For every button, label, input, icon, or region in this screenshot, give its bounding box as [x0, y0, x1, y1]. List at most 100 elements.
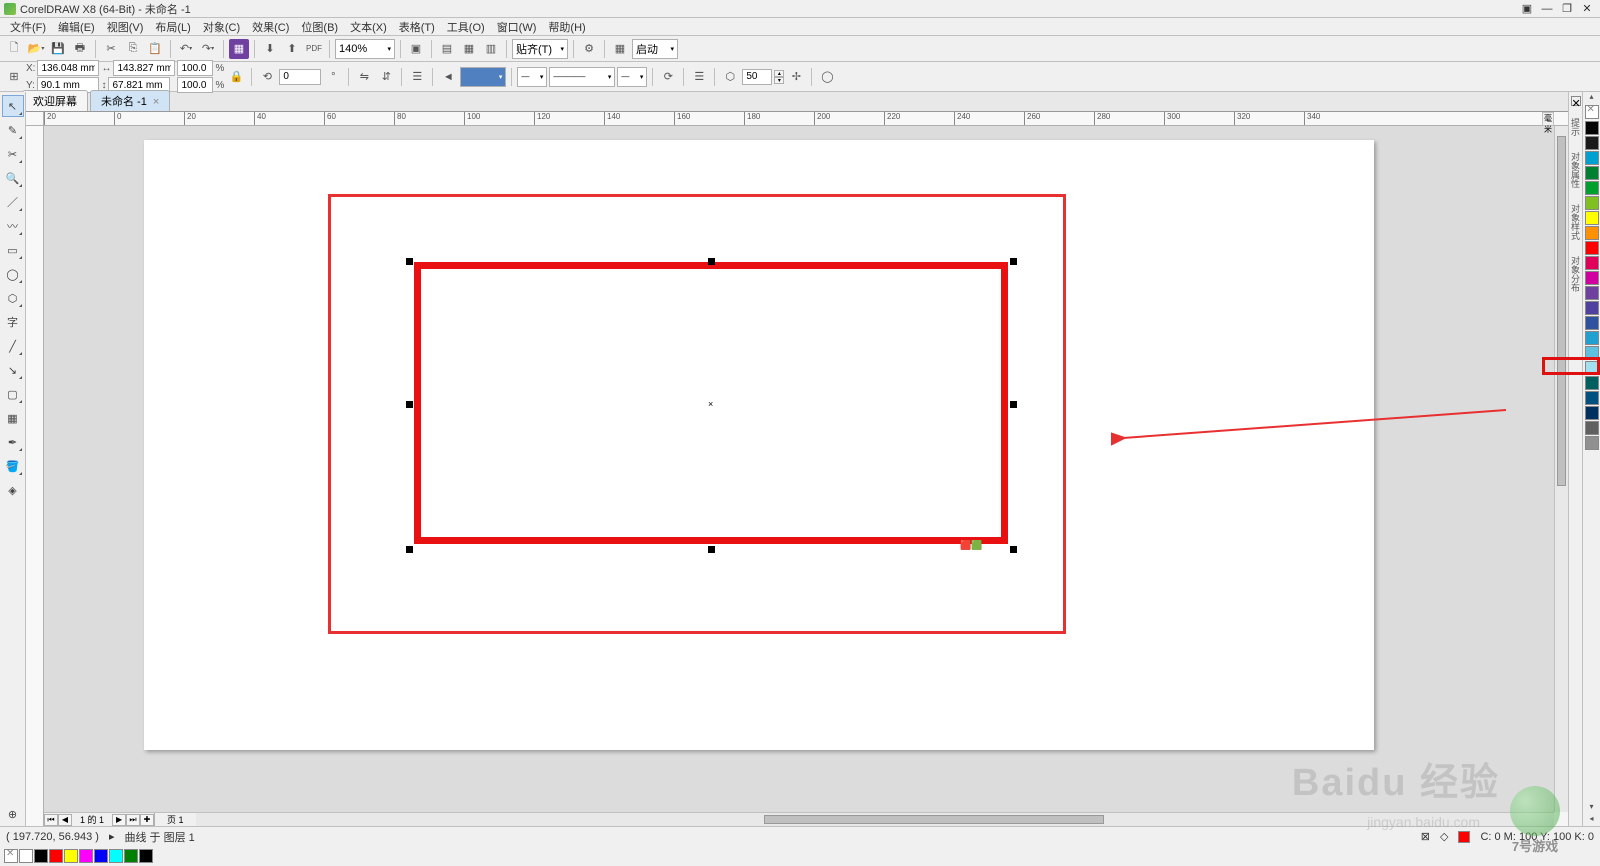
text-tool[interactable]: 字	[2, 311, 24, 333]
scrollbar-thumb[interactable]	[764, 815, 1104, 824]
menu-view[interactable]: 视图(V)	[101, 19, 150, 35]
line-start-combo[interactable]: —▾	[517, 67, 547, 87]
polygon-tool[interactable]: ⬡	[2, 287, 24, 309]
artistic-media-tool[interactable]: 〰	[2, 215, 24, 237]
color-swatch[interactable]	[1585, 226, 1599, 240]
color-swatch[interactable]	[1585, 181, 1599, 195]
doc-color-swatch[interactable]	[109, 849, 123, 863]
horizontal-ruler[interactable]: 2002040608010012014016018020022024026028…	[44, 112, 1568, 126]
import-button[interactable]: ⬇	[260, 39, 280, 59]
palette-scroll-up[interactable]: ▴	[1585, 92, 1599, 104]
doc-color-swatch[interactable]	[94, 849, 108, 863]
tab-close-icon[interactable]: ×	[153, 96, 159, 108]
drop-shadow-tool[interactable]: ▢	[2, 383, 24, 405]
export-button[interactable]: ⬆	[282, 39, 302, 59]
drawing-page[interactable]: × 🟥🟩	[144, 140, 1374, 750]
doc-color-swatch[interactable]	[79, 849, 93, 863]
maximize-button[interactable]: ❐	[1558, 2, 1576, 16]
menu-file[interactable]: 文件(F)	[4, 19, 52, 35]
selection-handle-sw[interactable]	[406, 546, 413, 553]
palette-scroll-down[interactable]: ▾	[1585, 802, 1599, 814]
lock-ratio-button[interactable]: 🔒	[226, 67, 246, 87]
outline-icon[interactable]: ◇	[1440, 830, 1448, 843]
options-button[interactable]: ⚙	[579, 39, 599, 59]
outline-color-swatch[interactable]	[1458, 831, 1470, 843]
docker-close-icon[interactable]: ✕	[1571, 96, 1581, 106]
color-eyedrop-tool[interactable]: ✒	[2, 431, 24, 453]
docker-tab-obj-props[interactable]: 对象属性	[1569, 148, 1582, 192]
new-button[interactable]: 🗋	[4, 39, 24, 59]
units-label[interactable]: 毫米	[1542, 112, 1554, 126]
page-first-button[interactable]: ⏮	[44, 814, 58, 826]
page-tab-1[interactable]: 页 1	[154, 813, 196, 826]
interactive-fill-tool[interactable]: 🪣	[2, 455, 24, 477]
zoom-combo[interactable]: 140%▾	[335, 39, 395, 59]
rectangle-tool[interactable]: ▭	[2, 239, 24, 261]
menu-layout[interactable]: 布局(L)	[149, 19, 196, 35]
menu-tools[interactable]: 工具(O)	[441, 19, 491, 35]
palette-expand[interactable]: ◂	[1585, 814, 1599, 826]
doc-color-swatch[interactable]	[19, 849, 33, 863]
page-next-button[interactable]: ▶	[112, 814, 126, 826]
fullscreen-button[interactable]: ▣	[406, 39, 426, 59]
vertical-ruler[interactable]	[26, 126, 44, 826]
selection-handle-e[interactable]	[1010, 401, 1017, 408]
horizontal-scrollbar[interactable]	[44, 812, 1554, 826]
vertical-scrollbar[interactable]	[1554, 126, 1568, 812]
search-button[interactable]: ▦	[229, 39, 249, 59]
tab-welcome[interactable]: 欢迎屏幕	[22, 90, 88, 111]
color-swatch[interactable]	[1585, 436, 1599, 450]
page-add-button[interactable]: ✚	[140, 814, 154, 826]
color-swatch[interactable]	[1585, 256, 1599, 270]
color-swatch[interactable]	[1585, 331, 1599, 345]
color-swatch[interactable]	[1585, 136, 1599, 150]
publish-pdf-button[interactable]: PDF	[304, 39, 324, 59]
scale-y-input[interactable]	[177, 77, 213, 93]
color-swatch[interactable]	[1585, 421, 1599, 435]
color-swatch[interactable]	[1585, 406, 1599, 420]
docker-tab-obj-distrib[interactable]: 对象分布	[1569, 252, 1582, 296]
color-swatch[interactable]	[1585, 286, 1599, 300]
show-grid-button[interactable]: ▦	[459, 39, 479, 59]
color-swatch[interactable]	[1585, 391, 1599, 405]
line-end-combo[interactable]: —▾	[617, 67, 647, 87]
color-swatch[interactable]	[1585, 166, 1599, 180]
wrap-text-button[interactable]: ☰	[689, 67, 709, 87]
object-props-button[interactable]: ◯	[817, 67, 837, 87]
selection-handle-s[interactable]	[708, 546, 715, 553]
color-swatch[interactable]	[1585, 241, 1599, 255]
close-curve-button[interactable]: ⟳	[658, 67, 678, 87]
menu-table[interactable]: 表格(T)	[393, 19, 441, 35]
outline-width-input[interactable]	[742, 69, 772, 85]
paste-button[interactable]: 📋	[145, 39, 165, 59]
color-swatch[interactable]	[1585, 196, 1599, 210]
rotation-input[interactable]	[279, 69, 321, 85]
selection-handle-nw[interactable]	[406, 258, 413, 265]
pick-tool[interactable]: ↖	[2, 95, 24, 117]
x-position-input[interactable]	[37, 60, 99, 76]
menu-edit[interactable]: 编辑(E)	[52, 19, 101, 35]
selection-handle-w[interactable]	[406, 401, 413, 408]
color-swatch[interactable]	[1585, 271, 1599, 285]
mirror-v-button[interactable]: ⇵	[376, 67, 396, 87]
selection-handle-ne[interactable]	[1010, 258, 1017, 265]
show-guides-button[interactable]: ▥	[481, 39, 501, 59]
order-button[interactable]: ☰	[407, 67, 427, 87]
overflow-icon[interactable]: ▣	[1518, 2, 1536, 16]
color-none-swatch[interactable]	[1585, 105, 1599, 119]
menu-help[interactable]: 帮助(H)	[542, 19, 591, 35]
start-arrow-combo[interactable]: ▾	[460, 67, 506, 87]
ellipse-tool[interactable]: ◯	[2, 263, 24, 285]
freehand-tool[interactable]: ／	[2, 191, 24, 213]
print-button[interactable]: 🖶	[70, 39, 90, 59]
color-swatch[interactable]	[1585, 316, 1599, 330]
redo-button[interactable]: ↷▾	[198, 39, 218, 59]
outline-spinner[interactable]: ▴▾	[774, 70, 784, 84]
color-swatch[interactable]	[1585, 211, 1599, 225]
app-launcher-icon[interactable]: ▦	[610, 39, 630, 59]
page-prev-button[interactable]: ◀	[58, 814, 72, 826]
ruler-origin[interactable]	[26, 112, 44, 126]
scrollbar-thumb[interactable]	[1557, 136, 1566, 486]
minimize-button[interactable]: —	[1538, 2, 1556, 16]
doc-color-swatch[interactable]	[124, 849, 138, 863]
